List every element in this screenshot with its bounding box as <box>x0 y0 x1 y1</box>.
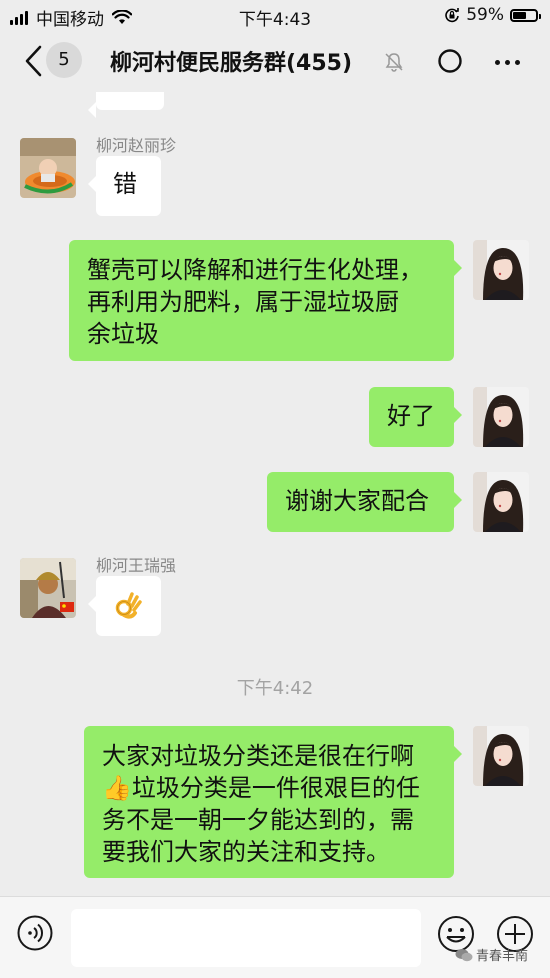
status-right: 59% <box>444 5 541 25</box>
more-options-icon[interactable] <box>495 60 520 65</box>
wechat-logo-icon <box>455 948 473 961</box>
message-bubble[interactable]: 好了 <box>369 387 462 447</box>
message-bubble[interactable]: 谢谢大家配合 <box>267 472 462 532</box>
avatar[interactable] <box>473 240 529 300</box>
partial-message-bubble <box>88 92 164 118</box>
mute-bell-icon <box>385 53 403 72</box>
unread-count-badge[interactable]: 5 <box>46 42 82 78</box>
sender-name: 柳河王瑞强 <box>96 556 177 575</box>
back-chevron-icon[interactable] <box>22 44 44 78</box>
status-bar: 中国移动 下午4:43 59% <box>0 0 550 30</box>
avatar[interactable] <box>20 138 76 198</box>
message-input[interactable] <box>71 909 421 967</box>
watermark-text: 青春丰南 <box>476 949 529 964</box>
message-line: 大家对垃圾分类还是很在行啊 <box>102 742 414 770</box>
message-line: 再利用为肥料，属于湿垃圾厨 <box>87 288 399 316</box>
avatar[interactable] <box>473 726 529 786</box>
avatar[interactable] <box>473 387 529 447</box>
battery-icon <box>510 8 541 22</box>
chat-header: 5 柳河村便民服务群(455) <box>0 30 550 92</box>
message-line: 余垃圾 <box>87 320 159 348</box>
message-line: 👍垃圾分类是一件很艰巨的任 <box>102 774 420 802</box>
avatar[interactable] <box>473 472 529 532</box>
refresh-icon[interactable] <box>437 48 463 74</box>
message-text: 好了 <box>387 402 435 430</box>
input-bar <box>0 896 550 978</box>
message-list[interactable]: 柳河赵丽珍 错 蟹壳可以降解和进行生化处理， 再利用为肥料，属于湿垃圾厨 余垃圾 <box>0 92 550 896</box>
message-bubble[interactable] <box>88 576 161 636</box>
ok-hand-emoji-icon <box>115 592 142 619</box>
message-line: 蟹壳可以降解和进行生化处理， <box>87 256 423 284</box>
message-text: 谢谢大家配合 <box>285 487 429 515</box>
message-bubble[interactable]: 蟹壳可以降解和进行生化处理， 再利用为肥料，属于湿垃圾厨 余垃圾 <box>69 240 462 361</box>
message-timestamp: 下午4:42 <box>236 678 314 699</box>
message-bubble[interactable]: 错 <box>88 156 161 216</box>
orientation-lock-icon <box>445 8 460 23</box>
message-line: 务不是一朝一夕能达到的，需 <box>102 806 414 834</box>
watermark: 青春丰南 <box>455 945 528 964</box>
voice-input-icon[interactable] <box>17 915 53 951</box>
avatar[interactable] <box>20 558 76 618</box>
battery-percent: 59% <box>466 5 504 25</box>
message-text: 错 <box>113 170 137 198</box>
message-bubble[interactable]: 大家对垃圾分类还是很在行啊 👍垃圾分类是一件很艰巨的任 务不是一朝一夕能达到的，… <box>84 726 462 878</box>
chat-title: 柳河村便民服务群(455) <box>110 51 353 76</box>
message-line: 要我们大家的关注和支持。 <box>102 838 390 866</box>
sender-name: 柳河赵丽珍 <box>96 136 177 155</box>
